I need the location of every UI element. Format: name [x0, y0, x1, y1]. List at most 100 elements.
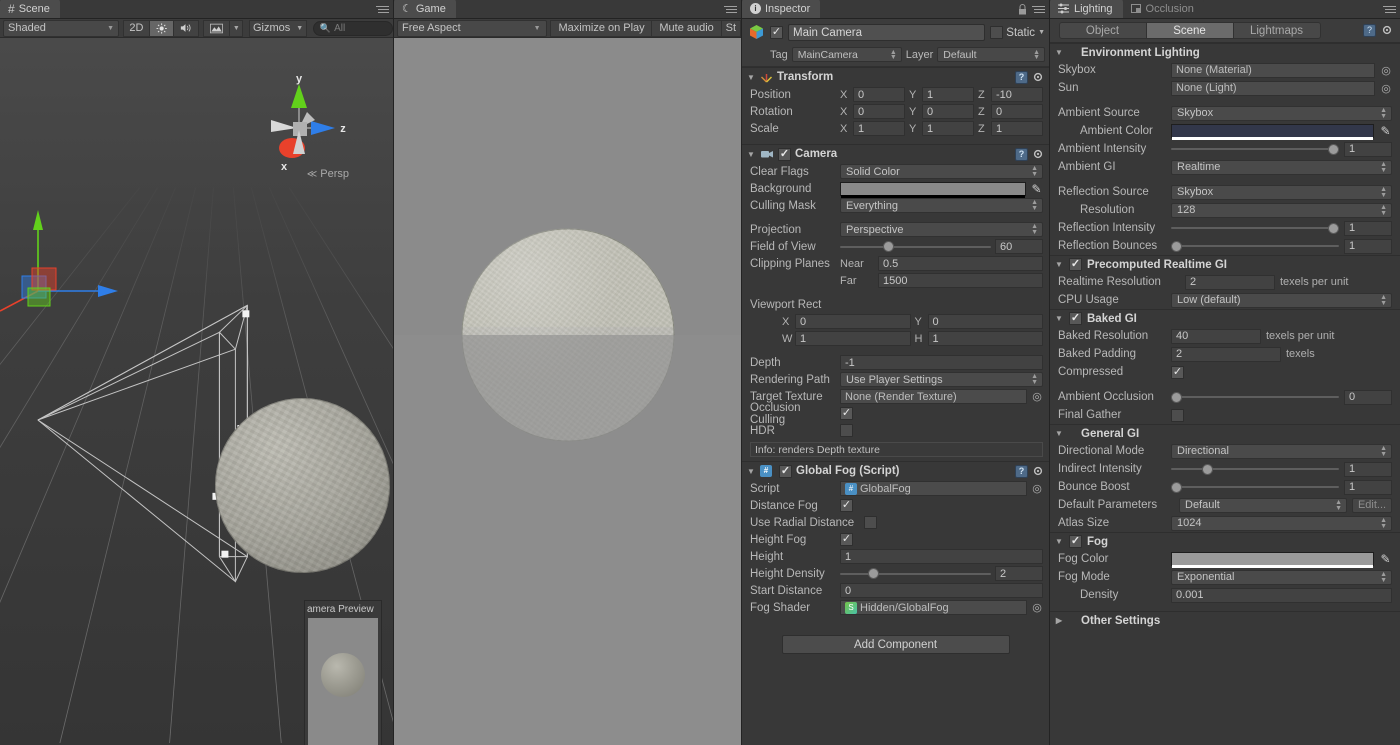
bounce-boost-slider[interactable]	[1171, 480, 1339, 495]
position-x-input[interactable]: 0	[853, 87, 905, 102]
edit-parameters-button[interactable]: Edit...	[1352, 497, 1392, 513]
add-component-button[interactable]: Add Component	[781, 635, 1010, 654]
subtab-object[interactable]: Object	[1058, 22, 1147, 39]
resolution-dropdown[interactable]: 128 ▲ ▼	[1171, 202, 1392, 218]
fov-input[interactable]: 60	[995, 239, 1043, 254]
inspector-panel-menu-icon[interactable]	[1029, 4, 1045, 15]
eyedropper-icon[interactable]: ✎	[1379, 124, 1392, 138]
gear-icon[interactable]	[1032, 148, 1045, 161]
global-fog-header[interactable]: ▼ # ✓ Global Fog (Script) ?	[742, 462, 1049, 480]
toggle-2d-button[interactable]: 2D	[123, 19, 150, 37]
precomputed-gi-checkbox[interactable]: ✓	[1069, 258, 1082, 271]
reflection-bounces-slider[interactable]	[1171, 239, 1339, 254]
final-gather-checkbox[interactable]	[1171, 408, 1184, 422]
rotation-y-input[interactable]: 0	[922, 104, 974, 119]
scale-y-input[interactable]: 1	[922, 121, 974, 136]
realtime-resolution-input[interactable]: 2	[1185, 274, 1275, 290]
viewport-y-input[interactable]: 0	[927, 314, 1043, 329]
occlusion-culling-checkbox[interactable]: ✓	[840, 407, 853, 420]
gizmos-button[interactable]: Gizmos ▼	[249, 19, 307, 37]
help-icon[interactable]: ?	[1363, 24, 1376, 37]
height-input[interactable]: 1	[840, 549, 1043, 564]
camera-header[interactable]: ▼ ✓ Camera ?	[742, 145, 1049, 163]
hdr-checkbox[interactable]	[840, 424, 853, 437]
background-color-swatch[interactable]	[840, 181, 1026, 198]
baked-gi-checkbox[interactable]: ✓	[1069, 312, 1082, 325]
viewport-w-input[interactable]: 1	[795, 331, 911, 346]
reflection-intensity-input[interactable]: 1	[1344, 220, 1392, 236]
layer-dropdown[interactable]: Default ▲ ▼	[937, 47, 1045, 62]
eyedropper-icon[interactable]: ✎	[1379, 552, 1392, 566]
scene-panel-menu-icon[interactable]	[373, 4, 389, 15]
scale-z-input[interactable]: 1	[991, 121, 1043, 136]
sun-input[interactable]: None (Light)	[1171, 80, 1375, 96]
height-density-input[interactable]: 2	[995, 566, 1043, 581]
tab-scene[interactable]: # Scene	[0, 0, 60, 18]
distance-fog-checkbox[interactable]: ✓	[840, 499, 853, 512]
ambient-intensity-input[interactable]: 1	[1344, 141, 1392, 157]
shading-mode-dropdown[interactable]: Shaded ▼	[3, 19, 120, 37]
general-gi-header[interactable]: ▼ General GI	[1050, 424, 1400, 442]
ambient-intensity-slider[interactable]	[1171, 142, 1339, 157]
object-picker-icon[interactable]: ◎	[1031, 482, 1043, 495]
help-icon[interactable]: ?	[1015, 464, 1028, 478]
game-panel-menu-icon[interactable]	[721, 4, 737, 15]
position-y-input[interactable]: 1	[922, 87, 974, 102]
subtab-scene[interactable]: Scene	[1145, 22, 1234, 39]
aspect-ratio-dropdown[interactable]: Free Aspect ▼	[397, 19, 547, 37]
object-picker-icon[interactable]: ◎	[1031, 601, 1043, 614]
fog-section-header[interactable]: ▼ ✓ Fog	[1050, 532, 1400, 550]
scale-x-input[interactable]: 1	[853, 121, 905, 136]
indirect-intensity-input[interactable]: 1	[1344, 461, 1392, 477]
foldout-icon[interactable]: ▼	[1054, 260, 1064, 269]
target-texture-input[interactable]: None (Render Texture)	[840, 389, 1027, 404]
fog-enabled-checkbox[interactable]: ✓	[1069, 535, 1082, 548]
clear-flags-dropdown[interactable]: Solid Color ▲ ▼	[840, 164, 1043, 179]
static-dropdown-icon[interactable]: ▼	[1038, 29, 1045, 36]
scene-viewport[interactable]: y z x ≪ Persp amera Preview	[0, 38, 393, 745]
game-viewport[interactable]	[394, 38, 741, 745]
atlas-size-dropdown[interactable]: 1024 ▲ ▼	[1171, 515, 1392, 531]
culling-mask-dropdown[interactable]: Everything ▲ ▼	[840, 198, 1043, 213]
tag-dropdown[interactable]: MainCamera ▲ ▼	[791, 47, 902, 62]
fov-slider[interactable]	[840, 239, 991, 254]
scene-audio-toggle[interactable]	[172, 19, 199, 37]
stats-toggle[interactable]: St	[720, 19, 741, 37]
baked-padding-input[interactable]: 2	[1171, 346, 1281, 362]
transform-header[interactable]: ▼ Transform ?	[742, 68, 1049, 86]
start-distance-input[interactable]: 0	[840, 583, 1043, 598]
ambient-color-swatch[interactable]	[1171, 124, 1374, 140]
fog-color-swatch[interactable]	[1171, 552, 1374, 568]
gear-icon[interactable]	[1032, 465, 1045, 478]
foldout-right-icon[interactable]: ▶	[1054, 616, 1064, 625]
baked-resolution-input[interactable]: 40	[1171, 328, 1261, 344]
reflection-source-dropdown[interactable]: Skybox ▲ ▼	[1171, 184, 1392, 200]
tab-game[interactable]: ☾ Game	[394, 0, 456, 18]
global-fog-enabled-checkbox[interactable]: ✓	[779, 464, 792, 478]
gameobject-name-input[interactable]: Main Camera	[788, 24, 986, 41]
gear-icon[interactable]	[1381, 24, 1394, 37]
other-settings-header[interactable]: ▶ Other Settings	[1050, 611, 1400, 629]
skybox-input[interactable]: None (Material)	[1171, 62, 1375, 78]
object-picker-icon[interactable]: ◎	[1380, 82, 1392, 95]
baked-gi-header[interactable]: ▼ ✓ Baked GI	[1050, 309, 1400, 327]
ambient-occlusion-slider[interactable]	[1171, 390, 1339, 405]
scene-orientation-gizmo[interactable]: y z x	[251, 76, 347, 176]
ambient-gi-dropdown[interactable]: Realtime ▲ ▼	[1171, 159, 1392, 175]
position-z-input[interactable]: -10	[991, 87, 1043, 102]
foldout-icon[interactable]: ▼	[746, 467, 756, 476]
compressed-checkbox[interactable]: ✓	[1171, 365, 1184, 379]
directional-mode-dropdown[interactable]: Directional ▲ ▼	[1171, 443, 1392, 459]
fog-density-input[interactable]: 0.001	[1171, 587, 1392, 603]
foldout-icon[interactable]: ▼	[1054, 48, 1064, 57]
foldout-icon[interactable]: ▼	[1054, 314, 1064, 323]
ambient-source-dropdown[interactable]: Skybox ▲ ▼	[1171, 105, 1392, 121]
object-picker-icon[interactable]: ◎	[1031, 390, 1043, 403]
help-icon[interactable]: ?	[1015, 147, 1028, 161]
scene-fx-toggle[interactable]	[203, 19, 231, 37]
scene-lighting-toggle[interactable]	[148, 19, 174, 37]
viewport-x-input[interactable]: 0	[795, 314, 911, 329]
tab-lighting[interactable]: Lighting	[1050, 0, 1123, 18]
scene-search-input[interactable]: 🔍 All	[312, 20, 393, 36]
rotation-z-input[interactable]: 0	[991, 104, 1043, 119]
